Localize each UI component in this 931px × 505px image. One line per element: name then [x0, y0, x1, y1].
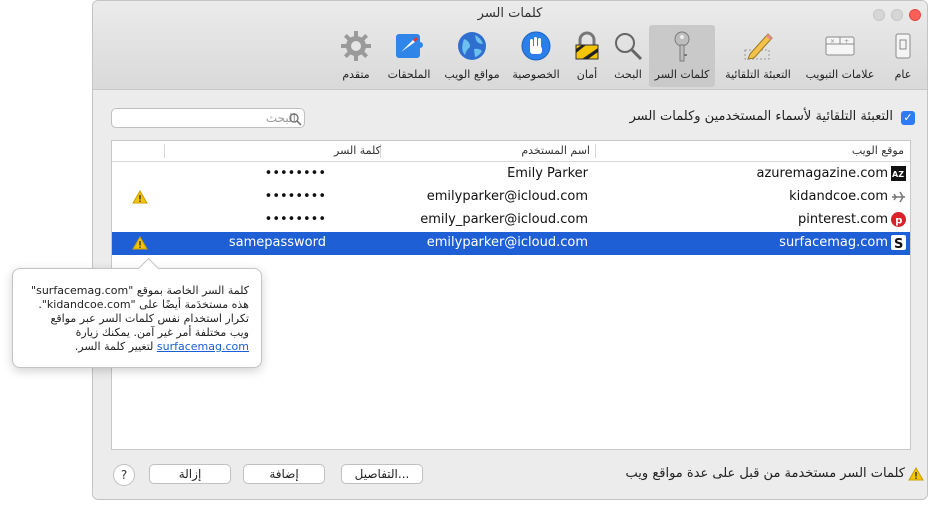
table-row[interactable]: AZ azuremagazine.com Emily Parker ••••••… [112, 163, 910, 186]
warning-icon[interactable] [132, 190, 148, 208]
table-row-selected[interactable]: S surfacemag.com emilyparker@icloud.com … [112, 232, 910, 255]
s-icon: S [891, 235, 906, 252]
add-button[interactable]: إضافة [243, 464, 325, 484]
reused-password-note-text: كلمات السر مستخدمة من قبل على عدة مواقع … [625, 466, 905, 481]
tab-search[interactable]: البحث [608, 25, 648, 87]
key-icon [666, 30, 698, 62]
hand-icon [520, 30, 552, 62]
tab-autofill[interactable]: التعبئة التلقائية [717, 25, 799, 87]
gear-icon [340, 30, 372, 62]
popover-line: surfacemag.com لتغيير كلمة السر. [21, 340, 249, 354]
tab-websites[interactable]: مواقع الويب [439, 25, 505, 87]
details-button[interactable]: التفاصيل... [341, 464, 423, 484]
column-divider [164, 144, 165, 158]
row-site: kidandcoe.com [789, 189, 888, 204]
row-username: emily_parker@icloud.com [420, 212, 588, 227]
general-icon [887, 30, 919, 62]
tab-extensions[interactable]: الملحقات [381, 25, 437, 87]
lock-icon [571, 30, 603, 62]
az-icon: AZ [891, 166, 906, 181]
table-header: موقع الويب اسم المستخدم كلمة السر [112, 141, 910, 162]
window-title: كلمات السر [477, 6, 543, 21]
row-site: surfacemag.com [779, 235, 888, 250]
pencil-autofill-icon [742, 30, 774, 62]
search-field[interactable]: البحث [111, 108, 305, 128]
tab-privacy[interactable]: الخصوصية [506, 25, 566, 87]
popover-line: كلمة السر الخاصة بموقع "surfacemag.com" [31, 284, 249, 297]
column-header-password[interactable]: كلمة السر [334, 144, 381, 157]
row-username: Emily Parker [507, 166, 588, 181]
tab-general[interactable]: عام [883, 25, 923, 87]
row-site: azuremagazine.com [756, 166, 888, 181]
warning-icon[interactable] [132, 236, 148, 254]
popover-line: ويب مختلفة أمر غير آمن. يمكنك زيارة [75, 326, 249, 339]
popover-line-tail: لتغيير كلمة السر. [74, 340, 157, 353]
popover-line: تكرار استخدام نفس كلمات السر عبر مواقع [50, 312, 249, 325]
extensions-icon [393, 30, 425, 62]
surfacemag-link[interactable]: surfacemag.com [157, 340, 249, 353]
plane-icon [891, 189, 906, 204]
globe-icon [456, 30, 488, 62]
close-button[interactable] [909, 9, 921, 21]
tab-passwords[interactable]: كلمات السر [649, 25, 715, 87]
zoom-button[interactable] [891, 9, 903, 21]
svg-text:p: p [895, 216, 902, 227]
column-header-user[interactable]: اسم المستخدم [521, 144, 590, 157]
minimize-button[interactable] [873, 9, 885, 21]
tabs-icon: × + [824, 30, 856, 62]
table-row[interactable]: p pinterest.com emily_parker@icloud.com … [112, 209, 910, 232]
svg-text:S: S [894, 237, 903, 250]
magnifier-icon [612, 30, 644, 62]
row-username: emilyparker@icloud.com [426, 235, 588, 250]
svg-text:AZ: AZ [892, 170, 904, 179]
help-button[interactable]: ? [113, 464, 135, 486]
titlebar: كلمات السر عام × + علامات التبويب التعبئ… [93, 1, 927, 90]
svg-text:+: + [844, 38, 849, 45]
svg-text:×: × [830, 38, 835, 45]
autofill-label: التعبئة التلقائية لأسماء المستخدمين وكلم… [629, 109, 893, 124]
column-header-site[interactable]: موقع الويب [852, 144, 904, 157]
search-icon [288, 111, 302, 130]
pinterest-icon: p [891, 212, 906, 227]
table-row[interactable]: kidandcoe.com emilyparker@icloud.com •••… [112, 186, 910, 209]
remove-button[interactable]: إزالة [149, 464, 231, 484]
autofill-checkbox[interactable]: ✓ [901, 111, 915, 125]
popover-text: كلمة السر الخاصة بموقع "surfacemag.com" … [21, 284, 249, 354]
row-site: pinterest.com [797, 212, 888, 227]
reused-password-note: كلمات السر مستخدمة من قبل على عدة مواقع … [625, 466, 924, 481]
tab-security[interactable]: أمان [567, 25, 607, 87]
tab-tabs[interactable]: × + علامات التبويب [800, 25, 880, 87]
row-username: emilyparker@icloud.com [426, 189, 588, 204]
tab-advanced[interactable]: متقدم [333, 25, 379, 87]
popover-line: هذه مستخدَمة أيضًا على "kidandcoe.com". [38, 298, 249, 311]
preferences-window: كلمات السر عام × + علامات التبويب التعبئ… [92, 0, 928, 500]
warning-icon [908, 467, 924, 485]
reused-password-popover: كلمة السر الخاصة بموقع "surfacemag.com" … [12, 257, 262, 368]
preferences-toolbar: عام ×+ علامات التبويب التعبئة التلقائية [93, 25, 927, 87]
column-divider [595, 144, 596, 158]
